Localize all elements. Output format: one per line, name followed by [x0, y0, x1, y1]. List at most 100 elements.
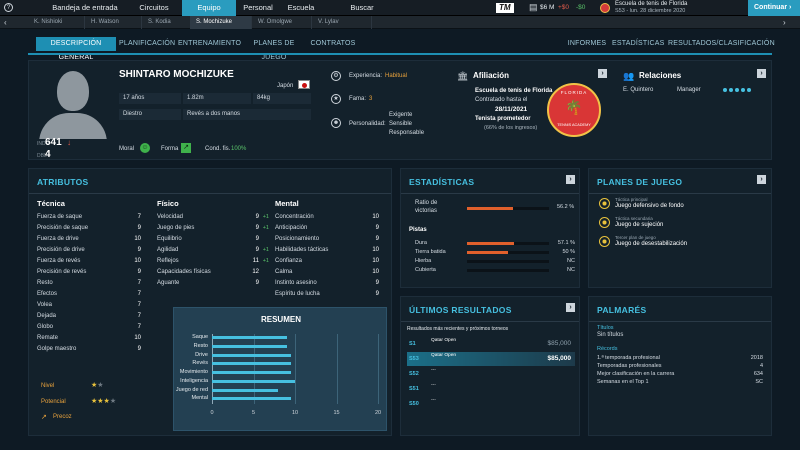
record-row: Semanas en el Top 1 SC [597, 378, 767, 386]
results-open-button[interactable]: › [566, 303, 575, 312]
plan-label: Táctica principal [615, 197, 648, 202]
attribute-row: Equilibrio 9 [157, 234, 269, 245]
continue-button[interactable]: Continuar › [748, 0, 800, 16]
nav-inbox[interactable]: Bandeja de entrada [52, 0, 118, 16]
result-row[interactable]: S1 Qatar Open $85,000 [407, 337, 575, 351]
affiliation-open-button[interactable]: › [598, 69, 607, 78]
game-plans-open-button[interactable]: › [757, 175, 766, 184]
result-season: S52 [409, 371, 419, 377]
form-label: Forma [161, 146, 179, 152]
pistas-label: Pistas [409, 227, 427, 233]
tab-results-ranking[interactable]: RESULTADOS/CLASIFICACIÓN [668, 37, 775, 51]
prev-player-icon[interactable]: ‹ [4, 16, 7, 29]
tab-training[interactable]: ENTRENAMIENTO [178, 37, 241, 51]
attribute-value: 7 [137, 280, 141, 286]
attribute-value: 10 [134, 258, 141, 264]
palmares-divider [589, 321, 771, 322]
player-tab[interactable]: K. Nishioki [28, 16, 85, 29]
help-icon[interactable]: ? [4, 3, 13, 12]
result-row[interactable]: S50 --- [407, 397, 575, 411]
precoz-icon: ↗ [41, 414, 47, 421]
attribute-name: Posicionamiento [275, 236, 320, 242]
attribute-name: Precisión de saque [37, 225, 89, 231]
attribute-row: Aguante 9 [157, 278, 269, 289]
statistics-open-button[interactable]: › [566, 175, 575, 184]
player-tab[interactable]: V. Lylav [312, 16, 372, 29]
plan-value[interactable]: Juego de sujeción [615, 222, 663, 228]
attribute-value: 10 [372, 258, 379, 264]
plan-value[interactable]: Juego de desestabilización [615, 241, 687, 247]
attribute-value: 10 [372, 269, 379, 275]
japan-flag-icon [298, 80, 310, 89]
tab-reports[interactable]: INFORMES [567, 37, 607, 51]
tab-overview[interactable]: DESCRIPCIÓN GENERAL [36, 37, 116, 61]
attribute-name: Volea [37, 302, 53, 308]
logo-palm-icon: 🌴 [565, 99, 583, 115]
affiliation-promising: Tenista prometedor [475, 116, 531, 122]
sub-navigation: DESCRIPCIÓN GENERAL PLANIFICACIÓN ENTREN… [0, 37, 800, 61]
tab-game-plans[interactable]: PLANES DE JUEGO [244, 37, 304, 61]
logo-text-bottom: TENNIS ACADEMY [557, 123, 591, 127]
pager-dot [741, 88, 745, 92]
experience-icon: ⚙ [331, 71, 341, 81]
record-name: 1.ª temporada profesional [597, 355, 660, 361]
attribute-row: Instinto asesino 9 [275, 278, 379, 289]
chart-category-label: Juego de red [175, 386, 208, 393]
results-panel: ÚLTIMOS RESULTADOS › Resultados más reci… [400, 296, 580, 436]
record-value: SC [755, 379, 763, 385]
titles-label: Títulos [597, 325, 614, 331]
attribute-value: 10 [372, 247, 379, 253]
relations-icon: 👥 [623, 71, 635, 81]
attribute-name: Anticipación [275, 225, 308, 231]
weight-field: 84kg [253, 93, 311, 104]
ratio-label: Ratio de victorias [415, 199, 457, 215]
florida-academy-logo: FLORIDA 🌴 TENNIS ACADEMY [547, 83, 601, 137]
personality-label: Personalidad: [349, 121, 386, 127]
nav-circuits[interactable]: Circuitos [134, 0, 174, 16]
result-tournament: Qatar Open [431, 338, 457, 343]
tab-planning[interactable]: PLANIFICACIÓN [119, 37, 175, 51]
tab-statistics[interactable]: ESTADÍSTICAS [612, 37, 664, 51]
results-subtitle: Resultados más recientes y próximos torn… [407, 326, 509, 332]
surface-name: Hierba [415, 258, 432, 264]
attribute-row: Fuerza de saque 7 [37, 212, 141, 223]
player-tab[interactable]: W. Omolgwe [252, 16, 312, 29]
attribute-row: Golpe maestro 9 [37, 344, 141, 355]
tab-contracts[interactable]: CONTRATOS [309, 37, 357, 51]
attribute-name: Confianza [275, 258, 303, 264]
next-player-icon[interactable]: › [783, 16, 786, 29]
result-row[interactable]: S51 --- [407, 382, 575, 396]
chart-tick-label: 0 [210, 410, 214, 416]
attribute-name: Globo [37, 324, 54, 330]
relation-pager[interactable] [723, 88, 763, 94]
silhouette-head [57, 71, 89, 111]
player-selector-row: ‹ K. Nishioki H. Watson S. Kodia S. Moch… [0, 16, 800, 29]
chart-bar [212, 353, 291, 357]
hand-field: Diestro [119, 109, 181, 120]
attribute-value: 9 [137, 225, 141, 231]
attribute-row: Remate 10 [37, 333, 141, 344]
player-tab[interactable]: H. Watson [85, 16, 142, 29]
player-name: SHINTARO MOCHIZUKE [119, 69, 234, 80]
chart-bar [212, 388, 279, 392]
silhouette-body [39, 113, 107, 139]
money-value: $6 M [540, 4, 555, 11]
nav-team[interactable]: Equipo [182, 0, 236, 16]
surface-bar [467, 242, 549, 245]
experience-value: Habitual [385, 73, 408, 79]
pager-dot [735, 88, 739, 92]
attribute-delta: +1 [262, 247, 269, 253]
result-row[interactable]: S52 --- [407, 367, 575, 381]
player-tab-selected[interactable]: S. Mochizuke [190, 16, 252, 29]
chart-category-label: Saque [192, 334, 208, 340]
nav-school[interactable]: Escuela [283, 0, 319, 16]
results-divider [401, 321, 579, 322]
nav-search[interactable]: Buscar [346, 0, 378, 16]
attribute-name: Precisión de revés [37, 269, 87, 275]
relations-open-button[interactable]: › [757, 69, 766, 78]
nav-staff[interactable]: Personal [240, 0, 276, 16]
nivel-label: Nivel [41, 383, 55, 389]
plan-value[interactable]: Juego defensivo de fondo [615, 203, 684, 209]
half-star-icon: ★ [97, 382, 104, 389]
result-row-selected[interactable]: S53 Qatar Open $85,000 [407, 352, 575, 366]
